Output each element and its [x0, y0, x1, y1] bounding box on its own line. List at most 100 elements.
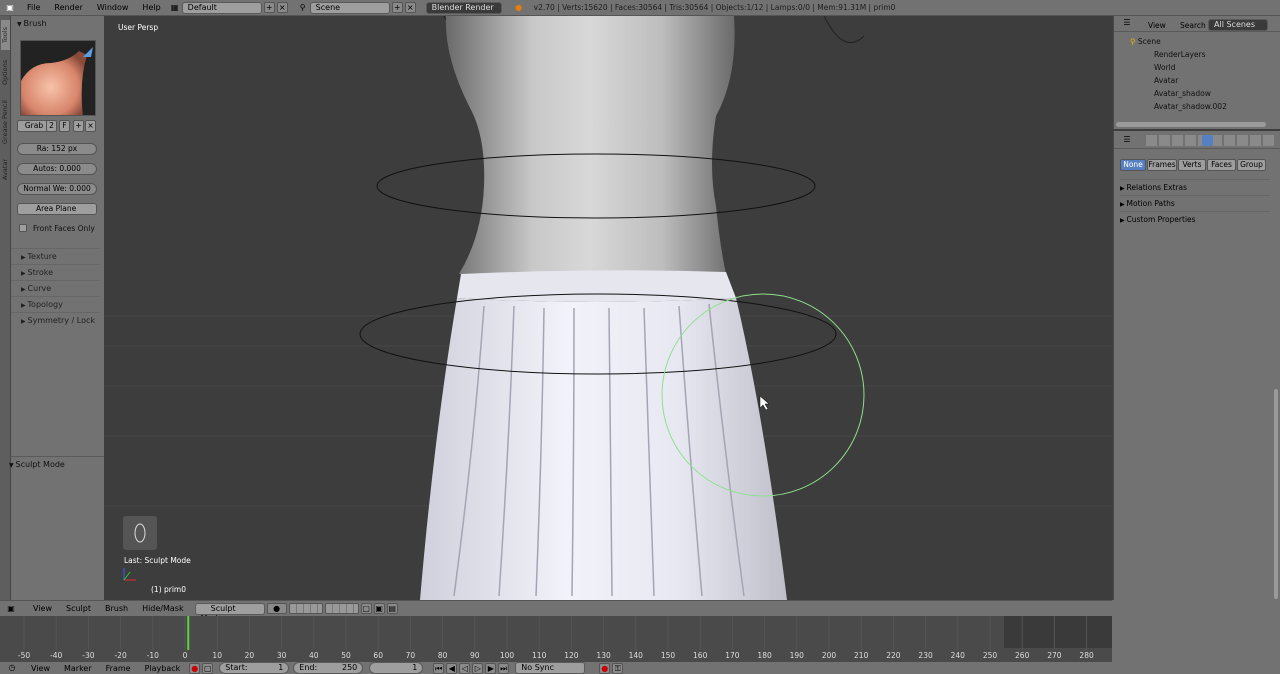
- display-faces-button[interactable]: Faces: [1207, 159, 1236, 171]
- prev-key-icon[interactable]: ◀: [446, 662, 458, 674]
- front-faces-checkbox[interactable]: [19, 224, 27, 232]
- properties-scrollbar[interactable]: [1274, 389, 1278, 599]
- timeline-menu-marker[interactable]: Marker: [57, 664, 99, 673]
- layer-buttons-a[interactable]: [288, 603, 323, 614]
- display-verts-button[interactable]: Verts: [1178, 159, 1206, 171]
- info-editor-icon[interactable]: ▣: [0, 3, 20, 13]
- opengl-render-icon[interactable]: ▤: [386, 603, 398, 614]
- autosmooth-field[interactable]: Autos: 0.000: [17, 163, 97, 175]
- play-reverse-icon[interactable]: ◁: [459, 662, 471, 674]
- outliner: ☰ View Search All Scenes ⚲ Scene RenderL…: [1113, 16, 1280, 129]
- brush-preview-image: [21, 47, 93, 115]
- timeline-menu-view[interactable]: View: [24, 664, 57, 673]
- viewport-shading-icon[interactable]: ●: [266, 603, 287, 614]
- jump-start-icon[interactable]: ⏮: [433, 662, 445, 674]
- menu-render[interactable]: Render: [47, 3, 89, 12]
- menu-view[interactable]: View: [26, 604, 59, 613]
- properties-editor-icon[interactable]: ☰: [1120, 135, 1134, 145]
- section-custom-properties[interactable]: ▶ Custom Properties: [1120, 211, 1270, 226]
- start-frame-field[interactable]: Start: 1: [219, 662, 290, 674]
- torso-mesh: [445, 16, 735, 274]
- display-frames-button[interactable]: Frames: [1147, 159, 1177, 171]
- display-none-button[interactable]: None: [1120, 159, 1146, 171]
- scene-select[interactable]: Scene: [309, 1, 390, 14]
- tab-avatar[interactable]: Avatar: [1, 152, 10, 186]
- section-motion-paths[interactable]: ▶ Motion Paths: [1120, 195, 1270, 210]
- menu-sculpt[interactable]: Sculpt: [59, 604, 98, 613]
- jump-end-icon[interactable]: ⏭: [498, 662, 510, 674]
- outliner-row-scene[interactable]: ⚲ Scene: [1118, 35, 1275, 48]
- timeline-menu-frame[interactable]: Frame: [99, 664, 138, 673]
- add-brush-icon[interactable]: +: [73, 120, 84, 132]
- display-group-button[interactable]: Group: [1237, 159, 1266, 171]
- tab-tools[interactable]: Tools: [1, 20, 10, 50]
- section-texture[interactable]: ▶ Texture: [11, 248, 100, 264]
- render-engine-select[interactable]: Blender Render: [425, 1, 502, 14]
- outliner-row-world[interactable]: World: [1118, 61, 1275, 74]
- brush-preview[interactable]: [20, 40, 96, 116]
- fake-user-button[interactable]: F: [59, 120, 70, 132]
- remove-layout-icon[interactable]: ×: [276, 2, 288, 13]
- layer-buttons-b[interactable]: [324, 603, 359, 614]
- local-view-icon[interactable]: ▢: [360, 603, 372, 614]
- outliner-scrollbar[interactable]: [1116, 122, 1266, 127]
- radius-field[interactable]: Ra: 152 px: [17, 143, 97, 155]
- tool-tabs-strip: Tools Options Grease Pencil Avatar: [0, 16, 11, 600]
- object-tab-icon[interactable]: [1202, 135, 1213, 146]
- section-relations-extras[interactable]: ▶ Relations Extras: [1120, 179, 1270, 194]
- timeline-tick-label: 130: [596, 651, 611, 660]
- outliner-row-avatar-shadow-002[interactable]: Avatar_shadow.002: [1118, 100, 1275, 113]
- timeline[interactable]: -50 -40 -30 -20 -10 0 10 20 30 40 50 60 70 80 90 100 110…: [0, 616, 1112, 662]
- section-topology[interactable]: ▶ Topology: [11, 296, 100, 312]
- brush-panel-header[interactable]: ▼ Brush: [11, 19, 47, 28]
- timeline-editor-icon[interactable]: ◷: [0, 663, 24, 673]
- menu-hide-mask[interactable]: Hide/Mask: [135, 604, 191, 613]
- outliner-row-renderlayers[interactable]: RenderLayers: [1118, 48, 1275, 61]
- add-layout-icon[interactable]: +: [263, 2, 275, 13]
- 3d-view-editor-icon[interactable]: ▣: [0, 604, 22, 614]
- timeline-menu-playback[interactable]: Playback: [138, 664, 188, 673]
- 3d-viewport[interactable]: User Persp Last: Sculpt Mode (1) prim0: [104, 16, 1112, 600]
- render-preview-icon[interactable]: ▣: [373, 603, 385, 614]
- section-stroke[interactable]: ▶ Stroke: [11, 264, 100, 280]
- next-key-icon[interactable]: ▶: [485, 662, 497, 674]
- section-symmetry-label: Symmetry / Lock: [27, 316, 96, 325]
- mode-select[interactable]: Sculpt Mode: [194, 602, 265, 623]
- section-symmetry[interactable]: ▶ Symmetry / Lock: [11, 312, 100, 328]
- tab-options[interactable]: Options: [1, 52, 10, 92]
- menu-file[interactable]: File: [20, 3, 47, 12]
- record-icon[interactable]: ●: [189, 662, 201, 674]
- add-scene-icon[interactable]: +: [391, 2, 403, 13]
- outliner-editor-icon[interactable]: ☰: [1120, 18, 1134, 28]
- timeline-tick-label: 20: [245, 651, 255, 660]
- outliner-search-menu[interactable]: Search: [1180, 21, 1206, 30]
- menu-window[interactable]: Window: [90, 3, 136, 12]
- tab-grease-pencil[interactable]: Grease Pencil: [1, 94, 10, 150]
- timeline-tick-label: 10: [212, 651, 222, 660]
- operator-panel-header[interactable]: ▼ Sculpt Mode: [3, 460, 65, 469]
- properties-editor: ☰ None Frames Verts Faces Group ▶ Relati…: [1113, 131, 1280, 600]
- preview-range-icon[interactable]: ▢: [202, 662, 214, 674]
- current-frame-field[interactable]: 1: [369, 662, 424, 674]
- keying-record-icon[interactable]: ●: [599, 662, 611, 674]
- sculpt-plane-select[interactable]: Area Plane: [17, 203, 97, 215]
- section-curve[interactable]: ▶ Curve: [11, 280, 100, 296]
- screen-layout-icon[interactable]: ▦: [168, 3, 182, 13]
- remove-scene-icon[interactable]: ×: [404, 2, 416, 13]
- remove-brush-icon[interactable]: ×: [85, 120, 96, 132]
- outliner-view-menu[interactable]: View: [1148, 21, 1166, 30]
- timeline-tick-label: 170: [725, 651, 740, 660]
- outliner-row-avatar-shadow[interactable]: Avatar_shadow: [1118, 87, 1275, 100]
- layout-select[interactable]: Default: [181, 1, 262, 14]
- timeline-tick-label: 210: [854, 651, 869, 660]
- avatar-label: Avatar: [1154, 76, 1179, 85]
- menu-help[interactable]: Help: [135, 3, 167, 12]
- keying-set-icon[interactable]: ⚿: [612, 662, 624, 674]
- outliner-row-avatar[interactable]: Avatar: [1118, 74, 1275, 87]
- sync-select[interactable]: No Sync: [515, 662, 586, 674]
- menu-brush[interactable]: Brush: [98, 604, 135, 613]
- end-frame-field[interactable]: End: 250: [293, 662, 364, 674]
- play-icon[interactable]: ▷: [472, 662, 484, 674]
- outliner-filter-select[interactable]: All Scenes: [1208, 19, 1268, 31]
- normal-weight-field[interactable]: Normal We: 0.000: [17, 183, 97, 195]
